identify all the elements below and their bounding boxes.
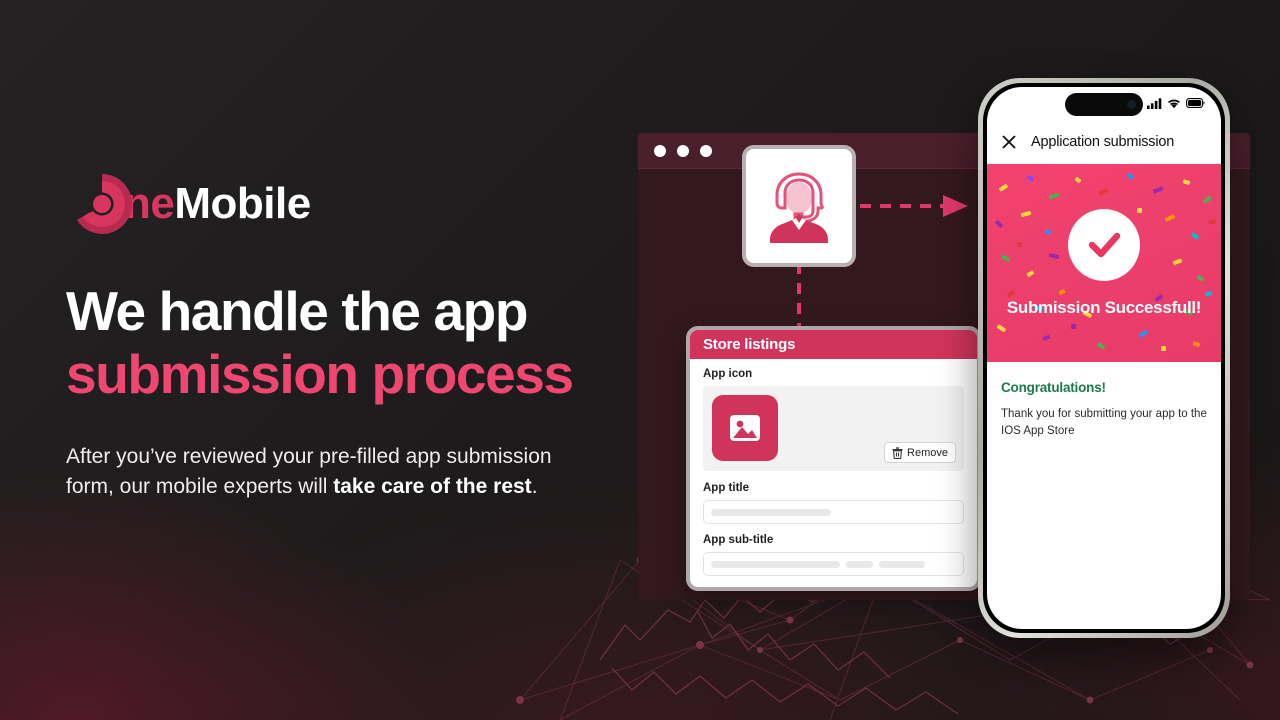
app-top-bar: Application submission xyxy=(987,119,1221,164)
headline-line-1: We handle the app xyxy=(66,280,528,342)
description-emphasis: take care of the rest xyxy=(333,474,532,498)
congratulations-title: Congratulations! xyxy=(1001,380,1106,395)
success-message: Submission Successfull! xyxy=(1006,297,1202,317)
brand-logo: neMobile xyxy=(66,168,666,240)
skeleton-bar xyxy=(879,560,925,568)
close-x-icon[interactable] xyxy=(1001,134,1017,150)
skeleton-bar xyxy=(711,560,840,568)
remove-app-icon-button[interactable]: Remove xyxy=(884,442,956,463)
page-title: We handle the app submission process xyxy=(66,282,666,404)
status-icons xyxy=(1147,97,1205,109)
brand-wordmark: neMobile xyxy=(124,182,311,226)
store-listings-header: Store listings xyxy=(690,330,977,359)
minimize-dot-icon[interactable] xyxy=(677,144,689,157)
onemobile-circle-logo-icon xyxy=(66,168,138,240)
support-agent-headset-icon xyxy=(770,172,828,243)
thank-you-message: Thank you for submitting your app to the… xyxy=(1001,408,1207,437)
cellular-signal-icon xyxy=(1147,97,1162,109)
remove-button-label: Remove xyxy=(907,446,948,459)
app-icon-preview xyxy=(712,395,778,461)
app-subtitle-label: App sub-title xyxy=(703,534,774,546)
phone-body-content: Congratulations! Thank you for submittin… xyxy=(987,362,1221,440)
app-icon-label: App icon xyxy=(703,368,753,380)
support-agent-card xyxy=(742,145,856,267)
phone-mockup: Application submission Submission Succes… xyxy=(978,78,1230,638)
phone-screen: Application submission Submission Succes… xyxy=(987,87,1221,629)
app-bar-title: Application submission xyxy=(1031,133,1175,150)
description-part-2: . xyxy=(531,474,538,498)
front-camera-icon xyxy=(1127,100,1136,109)
battery-icon xyxy=(1186,98,1205,108)
skeleton-bar xyxy=(711,508,831,516)
maximize-dot-icon[interactable] xyxy=(700,144,712,157)
hero-description: After you’ve reviewed your pre-filled ap… xyxy=(66,442,586,502)
close-dot-icon[interactable] xyxy=(654,144,666,157)
wifi-icon xyxy=(1168,99,1180,108)
submission-success-banner: Submission Successfull! xyxy=(987,164,1221,362)
phone-bezel: Application submission Submission Succes… xyxy=(983,83,1225,633)
store-listings-card: Store listings App icon Remove App title… xyxy=(686,326,981,591)
check-circle-icon xyxy=(1068,208,1140,281)
app-icon-upload-area[interactable]: Remove xyxy=(703,386,964,471)
phone-status-bar xyxy=(987,87,1221,119)
headline-line-2: submission process xyxy=(66,342,574,405)
trash-icon xyxy=(892,446,903,459)
app-title-input[interactable] xyxy=(703,500,964,524)
app-title-label: App title xyxy=(703,482,749,494)
dynamic-island xyxy=(1065,93,1143,116)
store-listings-body: App icon Remove App title App sub-title xyxy=(690,359,977,576)
image-placeholder-icon xyxy=(730,415,760,441)
hero-content: neMobile We handle the app submission pr… xyxy=(66,168,666,501)
brand-name-rest: Mobile xyxy=(174,179,311,228)
app-subtitle-input[interactable] xyxy=(703,552,964,576)
skeleton-bar xyxy=(846,560,873,568)
